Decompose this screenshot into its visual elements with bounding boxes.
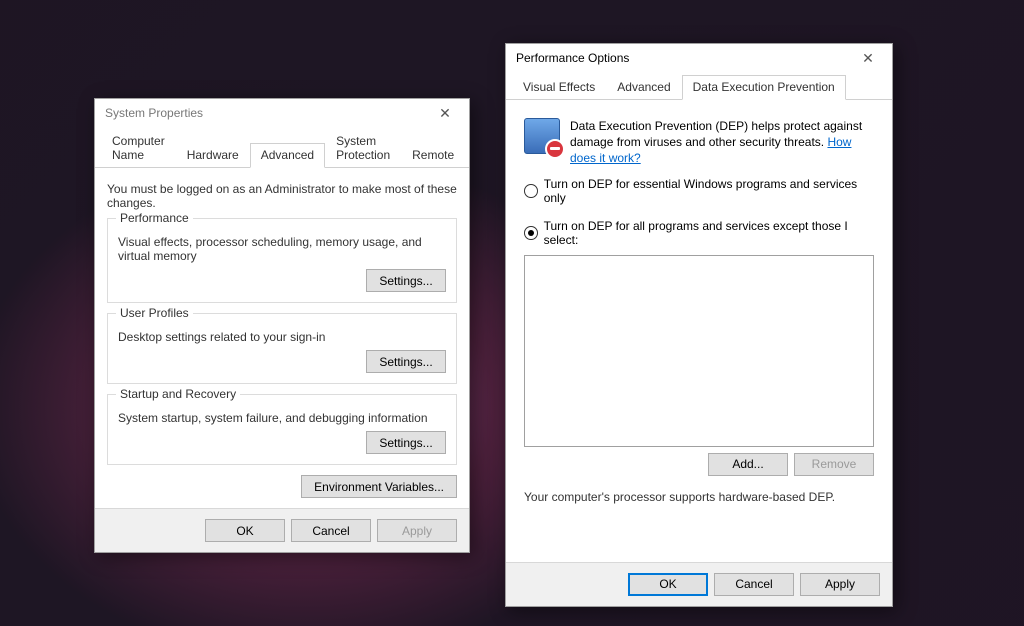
system-properties-window: System Properties ✕ Computer Name Hardwa… (94, 98, 470, 553)
dep-intro: Data Execution Prevention (DEP) helps pr… (570, 119, 862, 149)
close-button[interactable]: ✕ (848, 47, 888, 69)
tab-advanced[interactable]: Advanced (250, 143, 325, 168)
apply-button[interactable]: Apply (377, 519, 457, 542)
user-profiles-settings-button[interactable]: Settings... (366, 350, 446, 373)
tab-advanced[interactable]: Advanced (606, 75, 681, 99)
tab-remote[interactable]: Remote (401, 143, 465, 167)
dep-intro-text: Data Execution Prevention (DEP) helps pr… (570, 118, 874, 167)
cancel-button[interactable]: Cancel (291, 519, 371, 542)
tab-system-protection[interactable]: System Protection (325, 129, 401, 167)
group-user-profiles: User Profiles Desktop settings related t… (107, 313, 457, 384)
tab-dep[interactable]: Data Execution Prevention (682, 75, 846, 100)
group-performance-desc: Visual effects, processor scheduling, me… (118, 235, 446, 263)
dialog-body: You must be logged on as an Administrato… (95, 168, 469, 508)
ok-button[interactable]: OK (205, 519, 285, 542)
environment-variables-button[interactable]: Environment Variables... (301, 475, 457, 498)
dialog-body: Data Execution Prevention (DEP) helps pr… (506, 100, 892, 562)
tabstrip: Visual Effects Advanced Data Execution P… (506, 72, 892, 100)
dep-header: Data Execution Prevention (DEP) helps pr… (524, 118, 874, 167)
tab-visual-effects[interactable]: Visual Effects (512, 75, 606, 99)
cancel-button[interactable]: Cancel (714, 573, 794, 596)
window-title: System Properties (105, 106, 425, 120)
add-button[interactable]: Add... (708, 453, 788, 476)
desktop-background: System Properties ✕ Computer Name Hardwa… (0, 0, 1024, 626)
group-performance: Performance Visual effects, processor sc… (107, 218, 457, 303)
remove-button[interactable]: Remove (794, 453, 874, 476)
admin-note: You must be logged on as an Administrato… (107, 182, 457, 210)
radio-dep-all-label: Turn on DEP for all programs and service… (544, 219, 874, 247)
ok-button[interactable]: OK (628, 573, 708, 596)
radio-dep-essential[interactable]: Turn on DEP for essential Windows progra… (524, 177, 874, 205)
tab-computer-name[interactable]: Computer Name (101, 129, 176, 167)
close-icon: ✕ (862, 50, 874, 67)
group-startup-desc: System startup, system failure, and debu… (118, 411, 446, 425)
dialog-footer: OK Cancel Apply (506, 562, 892, 606)
titlebar[interactable]: System Properties ✕ (95, 99, 469, 127)
radio-dep-essential-label: Turn on DEP for essential Windows progra… (544, 177, 874, 205)
apply-button[interactable]: Apply (800, 573, 880, 596)
performance-options-window: Performance Options ✕ Visual Effects Adv… (505, 43, 893, 607)
radio-icon (524, 226, 538, 240)
dep-support-note: Your computer's processor supports hardw… (524, 490, 874, 504)
close-icon: ✕ (439, 105, 451, 122)
tabstrip: Computer Name Hardware Advanced System P… (95, 127, 469, 168)
startup-settings-button[interactable]: Settings... (366, 431, 446, 454)
group-startup-legend: Startup and Recovery (116, 387, 240, 401)
radio-icon (524, 184, 538, 198)
group-startup-recovery: Startup and Recovery System startup, sys… (107, 394, 457, 465)
titlebar[interactable]: Performance Options ✕ (506, 44, 892, 72)
dep-exception-list[interactable] (524, 255, 874, 447)
group-performance-legend: Performance (116, 211, 193, 225)
group-user-profiles-legend: User Profiles (116, 306, 193, 320)
radio-dep-all[interactable]: Turn on DEP for all programs and service… (524, 219, 874, 247)
dep-shield-icon (524, 118, 562, 156)
tab-hardware[interactable]: Hardware (176, 143, 250, 167)
performance-settings-button[interactable]: Settings... (366, 269, 446, 292)
group-user-profiles-desc: Desktop settings related to your sign-in (118, 330, 446, 344)
close-button[interactable]: ✕ (425, 102, 465, 124)
dialog-footer: OK Cancel Apply (95, 508, 469, 552)
window-title: Performance Options (516, 51, 848, 65)
